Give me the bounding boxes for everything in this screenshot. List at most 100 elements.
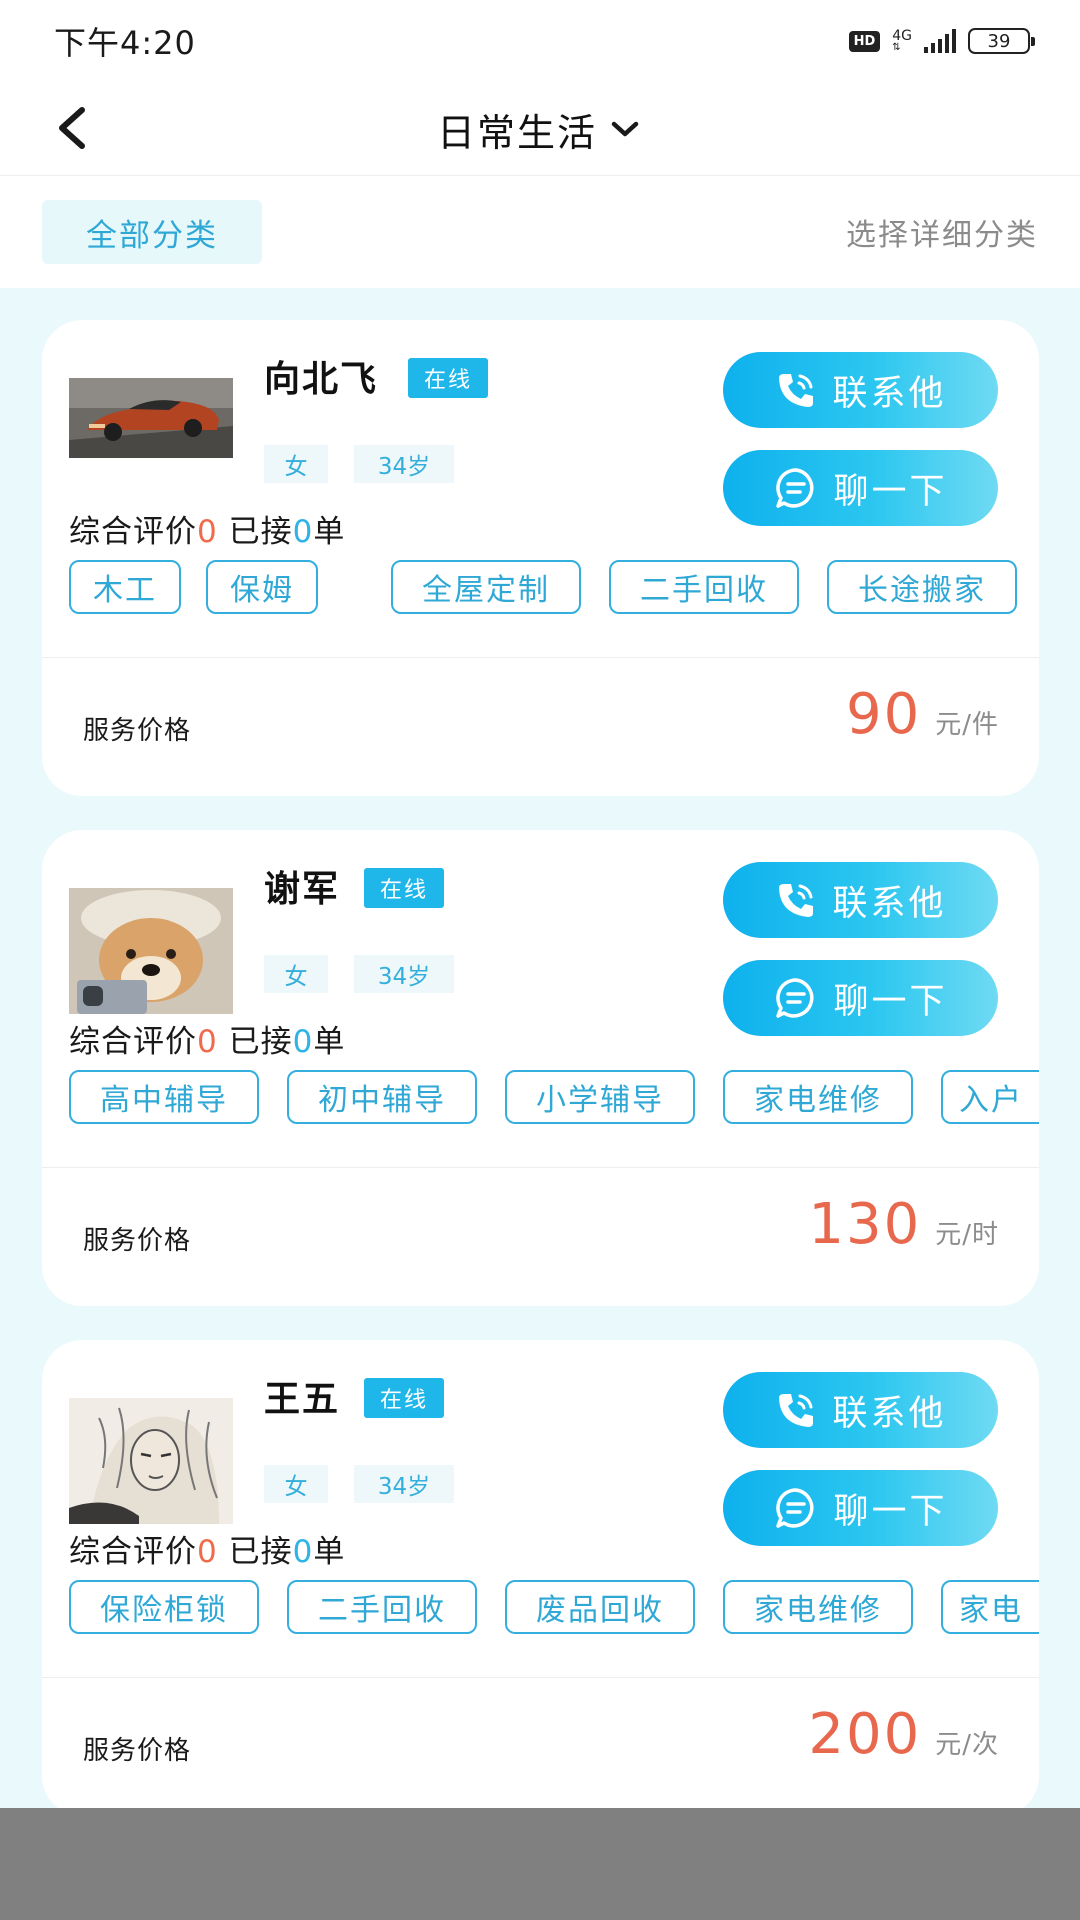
service-tag[interactable]: 长途搬家: [827, 560, 1017, 614]
chat-button[interactable]: 聊一下: [723, 450, 998, 526]
service-tags: 木工 保姆 全屋定制 二手回收 长途搬家: [69, 560, 1039, 616]
service-tag[interactable]: 保险柜锁: [69, 1580, 259, 1634]
network-indicator: 4G ⇅: [892, 29, 912, 53]
status-time: 下午4:20: [54, 24, 196, 62]
sketch-portrait-icon: [69, 1398, 233, 1524]
data-arrows-icon: ⇅: [892, 42, 901, 53]
service-tag[interactable]: 高中辅导: [69, 1070, 259, 1124]
price-value: 130: [808, 1192, 922, 1257]
category-title-dropdown[interactable]: 日常生活: [0, 82, 1080, 176]
all-categories-button[interactable]: 全部分类: [42, 200, 262, 264]
avatar: [69, 888, 233, 1014]
rating-label: 综合评价: [69, 1534, 197, 1570]
phone-icon: [779, 1394, 814, 1427]
service-tag[interactable]: 入户: [941, 1070, 1039, 1124]
price: 200 元/次: [808, 1702, 999, 1767]
rating-label: 综合评价: [69, 514, 197, 550]
signal-icon: [924, 29, 956, 53]
service-tag[interactable]: 废品回收: [505, 1580, 695, 1634]
provider-card[interactable]: 王五 在线 女 34岁 综合评价0 已接0单 联系他 聊一下 保险柜锁 二手回收…: [42, 1340, 1039, 1808]
rating-line: 综合评价0 已接0单: [69, 1016, 345, 1061]
service-tags: 保险柜锁 二手回收 废品回收 家电维修 家电: [69, 1580, 1039, 1636]
gender-chip: 女: [264, 955, 328, 993]
orders-value: 0: [292, 1024, 314, 1060]
status-bar: 下午4:20 HD 4G ⇅ 39: [0, 0, 1080, 82]
chat-button[interactable]: 聊一下: [723, 960, 998, 1036]
contact-label: 联系他: [832, 1393, 947, 1434]
header: 日常生活: [0, 82, 1080, 176]
price-unit: 元/时: [935, 1220, 999, 1250]
status-icons: HD 4G ⇅ 39: [848, 28, 1035, 54]
chevron-down-icon: [611, 121, 639, 137]
price-label: 服务价格: [83, 1736, 192, 1766]
service-tag[interactable]: 全屋定制: [391, 560, 581, 614]
battery-icon: 39: [968, 28, 1035, 54]
service-tag[interactable]: 木工: [69, 560, 181, 614]
provider-card[interactable]: 谢军 在线 女 34岁 综合评价0 已接0单 联系他 聊一下 高中辅导 初中辅导…: [42, 830, 1039, 1306]
provider-name: 向北飞: [264, 359, 379, 400]
divider: [42, 1677, 1039, 1678]
service-tag[interactable]: 家电: [941, 1580, 1039, 1634]
provider-card[interactable]: 向北飞 在线 女 34岁 综合评价0 已接0单 联系他 聊一下 木工 保姆 全屋…: [42, 320, 1039, 796]
filter-bar: 全部分类 选择详细分类: [0, 177, 1080, 287]
divider: [42, 1167, 1039, 1168]
hd-badge: HD: [848, 30, 881, 52]
service-tags: 高中辅导 初中辅导 小学辅导 家电维修 入户: [69, 1070, 1039, 1126]
chat-icon: [776, 1488, 814, 1528]
price-value: 90: [845, 682, 922, 747]
orders-value: 0: [292, 1534, 314, 1570]
phone-icon: [779, 374, 814, 407]
rating-label: 综合评价: [69, 1024, 197, 1060]
orders-label: 已接: [228, 1534, 293, 1570]
price-label: 服务价格: [83, 716, 192, 746]
price: 130 元/时: [808, 1192, 999, 1257]
rating-line: 综合评价0 已接0单: [69, 1526, 345, 1571]
service-tag[interactable]: 保姆: [206, 560, 318, 614]
price-label: 服务价格: [83, 1226, 192, 1256]
chat-icon: [776, 978, 814, 1018]
car-photo-icon: [69, 378, 233, 458]
avatar: [69, 378, 233, 458]
rating-line: 综合评价0 已接0单: [69, 506, 345, 551]
online-badge: 在线: [364, 1378, 445, 1418]
service-tag[interactable]: 小学辅导: [505, 1070, 695, 1124]
age-chip: 34岁: [354, 955, 454, 993]
select-detail-category-button[interactable]: 选择详细分类: [846, 200, 1038, 264]
price-unit: 元/次: [935, 1730, 999, 1760]
service-tag[interactable]: 家电维修: [723, 1580, 913, 1634]
phone-icon: [779, 884, 814, 917]
orders-suffix: 单: [313, 1024, 346, 1060]
provider-name: 王五: [264, 1379, 341, 1420]
contact-label: 联系他: [832, 883, 947, 924]
service-tag[interactable]: 初中辅导: [287, 1070, 477, 1124]
orders-label: 已接: [228, 1024, 293, 1060]
service-tag[interactable]: 二手回收: [287, 1580, 477, 1634]
chat-icon: [776, 468, 814, 508]
avatar: [69, 1398, 233, 1524]
battery-level: 39: [987, 30, 1011, 52]
provider-list[interactable]: 向北飞 在线 女 34岁 综合评价0 已接0单 联系他 聊一下 木工 保姆 全屋…: [0, 288, 1080, 1808]
rating-value: 0: [197, 514, 218, 550]
gender-chip: 女: [264, 1465, 328, 1503]
chat-label: 聊一下: [833, 1491, 948, 1532]
page-title: 日常生活: [436, 110, 597, 155]
price-value: 200: [808, 1702, 922, 1767]
contact-label: 联系他: [832, 373, 947, 414]
provider-name: 谢军: [264, 869, 341, 910]
rating-value: 0: [197, 1534, 218, 1570]
online-badge: 在线: [408, 358, 489, 398]
contact-button[interactable]: 联系他: [723, 862, 998, 938]
service-tag[interactable]: 家电维修: [723, 1070, 913, 1124]
service-tag[interactable]: 二手回收: [609, 560, 799, 614]
contact-button[interactable]: 联系他: [723, 352, 998, 428]
orders-suffix: 单: [313, 514, 346, 550]
chat-label: 聊一下: [833, 471, 948, 512]
online-badge: 在线: [364, 868, 445, 908]
orders-value: 0: [292, 514, 314, 550]
price-unit: 元/件: [935, 710, 999, 740]
contact-button[interactable]: 联系他: [723, 1372, 998, 1448]
rating-value: 0: [197, 1024, 218, 1060]
chat-button[interactable]: 聊一下: [723, 1470, 998, 1546]
orders-suffix: 单: [313, 1534, 346, 1570]
age-chip: 34岁: [354, 445, 454, 483]
